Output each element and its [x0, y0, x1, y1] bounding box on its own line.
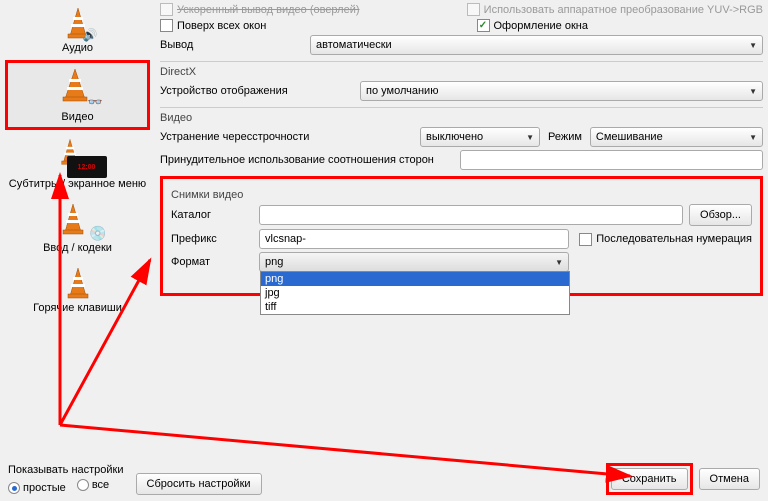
- glasses-icon: 👓: [88, 95, 103, 109]
- radio-simple-label: простые: [23, 482, 66, 494]
- force-aspect-label: Принудительное использование соотношения…: [160, 154, 460, 166]
- directx-title: DirectX: [160, 66, 763, 78]
- snapshot-dir-label: Каталог: [171, 209, 259, 221]
- mode-select[interactable]: Смешивание ▼: [590, 127, 763, 147]
- disc-icon: 💿: [89, 225, 106, 242]
- format-option[interactable]: png: [261, 272, 569, 286]
- chevron-down-icon: ▼: [526, 133, 534, 142]
- divider: [160, 61, 763, 62]
- sidebar-item-label: Субтитры / экранное меню: [9, 178, 146, 190]
- snapshot-format-label: Формат: [171, 256, 259, 268]
- deinterlace-value: выключено: [426, 131, 483, 143]
- window-deco-checkbox[interactable]: [477, 19, 490, 32]
- reset-button[interactable]: Сбросить настройки: [136, 473, 262, 495]
- speaker-icon: 🔊: [83, 28, 98, 42]
- snapshot-format-dropdown: png jpg tiff: [260, 271, 570, 315]
- output-value: автоматически: [316, 39, 392, 51]
- sidebar-item-label: Аудио: [62, 42, 93, 54]
- sidebar-item-subtitles[interactable]: 12:00 Субтитры / экранное меню: [5, 132, 150, 194]
- radio-all-label: все: [92, 479, 109, 491]
- settings-main-panel: Ускоренный вывод видео (оверлей) Использ…: [160, 0, 763, 296]
- snapshot-prefix-label: Префикс: [171, 233, 259, 245]
- snapshot-prefix-input[interactable]: [259, 229, 569, 249]
- bottom-bar: Показывать настройки простые все Сбросит…: [8, 463, 760, 495]
- window-deco-label: Оформление окна: [494, 20, 588, 32]
- format-option[interactable]: tiff: [261, 300, 569, 314]
- cone-video-icon: 👓: [57, 67, 99, 109]
- snapshot-format-select[interactable]: png▼ png jpg tiff: [259, 252, 569, 272]
- settings-sidebar: 🔊 Аудио 👓 Видео 12:00 Субтитры / экранно…: [5, 0, 150, 440]
- format-option[interactable]: jpg: [261, 286, 569, 300]
- sidebar-item-video[interactable]: 👓 Видео: [5, 60, 150, 130]
- snapshots-title: Снимки видео: [171, 189, 752, 201]
- deinterlace-select[interactable]: выключено ▼: [420, 127, 540, 147]
- hwconv-label: Использовать аппаратное преобразование Y…: [484, 4, 763, 16]
- mode-value: Смешивание: [596, 131, 663, 143]
- radio-all[interactable]: [77, 479, 89, 491]
- snapshot-format-value: png: [265, 256, 283, 268]
- sidebar-item-label: Видео: [61, 111, 93, 123]
- browse-button[interactable]: Обзор...: [689, 204, 752, 226]
- snapshots-section: Снимки видео Каталог Обзор... Префикс По…: [160, 176, 763, 296]
- sidebar-item-label: Ввод / кодеки: [43, 242, 112, 254]
- sidebar-item-audio[interactable]: 🔊 Аудио: [5, 0, 150, 58]
- chevron-down-icon: ▼: [749, 87, 757, 96]
- sidebar-item-hotkeys[interactable]: Горячие клавиши: [5, 260, 150, 318]
- video-title: Видео: [160, 112, 763, 124]
- cone-hotkeys-icon: [60, 264, 96, 300]
- hwconv-checkbox[interactable]: [467, 3, 480, 16]
- display-device-label: Устройство отображения: [160, 85, 360, 97]
- deinterlace-label: Устранение чересстрочности: [160, 131, 420, 143]
- chevron-down-icon: ▼: [555, 258, 563, 267]
- cone-audio-icon: 🔊: [60, 4, 96, 40]
- show-settings-label: Показывать настройки: [8, 464, 124, 476]
- subtitle-board-icon: 12:00: [67, 156, 107, 178]
- cone-codec-icon: 💿: [55, 200, 101, 240]
- chevron-down-icon: ▼: [749, 41, 757, 50]
- accel-checkbox[interactable]: [160, 3, 173, 16]
- snapshot-dir-input[interactable]: [259, 205, 683, 225]
- divider: [160, 107, 763, 108]
- sidebar-item-label: Горячие клавиши: [33, 302, 122, 314]
- sidebar-item-input-codecs[interactable]: 💿 Ввод / кодеки: [5, 196, 150, 258]
- display-device-select[interactable]: по умолчанию ▼: [360, 81, 763, 101]
- chevron-down-icon: ▼: [749, 133, 757, 142]
- cone-subtitle-icon: 12:00: [55, 136, 101, 176]
- radio-simple[interactable]: [8, 482, 20, 494]
- force-aspect-input[interactable]: [460, 150, 763, 170]
- sequential-checkbox[interactable]: [579, 233, 592, 246]
- display-device-value: по умолчанию: [366, 85, 438, 97]
- always-on-top-checkbox[interactable]: [160, 19, 173, 32]
- save-highlight: Сохранить: [606, 463, 693, 495]
- sequential-label: Последовательная нумерация: [596, 233, 752, 245]
- mode-label: Режим: [548, 131, 582, 143]
- always-on-top-label: Поверх всех окон: [177, 20, 266, 32]
- output-label: Вывод: [160, 39, 310, 51]
- accel-label: Ускоренный вывод видео (оверлей): [177, 4, 360, 16]
- output-select[interactable]: автоматически ▼: [310, 35, 763, 55]
- save-button[interactable]: Сохранить: [611, 468, 688, 490]
- cancel-button[interactable]: Отмена: [699, 468, 760, 490]
